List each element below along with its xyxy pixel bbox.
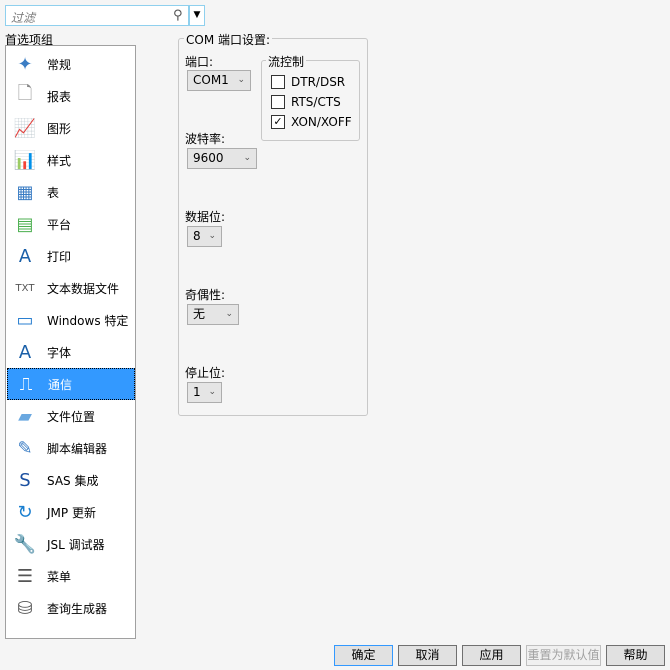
reset-defaults-button[interactable]: 重置为默认值 [526, 645, 601, 666]
list-item[interactable]: A 字体 [7, 336, 135, 368]
baud-select[interactable]: 9600 ⌄ [187, 148, 257, 169]
list-item-label: 查询生成器 [47, 601, 108, 616]
dtr-dsr-checkbox[interactable]: DTR/DSR [271, 75, 345, 89]
list-item-label: 脚本编辑器 [47, 441, 108, 456]
preference-group-list[interactable]: ✦ 常规 🗋 报表 📈 图形 📊 样式 ▦ 表 ▤ 平台 A 打印 TXT 文本数据文件 ▭ Windows 特定… [5, 45, 136, 639]
list-item-label: SAS 集成 [47, 473, 99, 488]
stop-bits-select[interactable]: 1 ⌄ [187, 382, 222, 403]
rts-cts-checkbox[interactable]: RTS/CTS [271, 95, 341, 109]
chevron-down-icon: ⌄ [208, 231, 216, 241]
list-item[interactable]: 🗋 报表 [7, 80, 135, 112]
data-bits-label: 数据位: [185, 210, 226, 224]
checkbox-box [271, 95, 285, 109]
checkbox-box [271, 75, 285, 89]
list-item-label: 常规 [47, 57, 72, 72]
list-item[interactable]: TXT 文本数据文件 [7, 272, 135, 304]
filter-placeholder: 过滤 [11, 11, 36, 25]
checkbox-label: RTS/CTS [291, 95, 341, 109]
list-item[interactable]: ☰ 菜单 [7, 560, 135, 592]
list-item-label: 打印 [47, 249, 72, 264]
group-icon: 📊 [13, 149, 37, 171]
search-icon[interactable]: ⚲ [173, 8, 183, 23]
list-item-label: JMP 更新 [47, 505, 96, 520]
list-item-label: 图形 [47, 121, 72, 136]
list-item[interactable]: ▰ 文件位置 [7, 400, 135, 432]
list-item-label: 通信 [48, 377, 73, 392]
port-value: COM1 [193, 73, 229, 87]
list-item-label: 报表 [47, 89, 72, 104]
chevron-down-icon: ⌄ [208, 387, 216, 397]
parity-select[interactable]: 无 ⌄ [187, 304, 239, 325]
list-item[interactable]: ▦ 表 [7, 176, 135, 208]
group-icon: TXT [15, 282, 35, 294]
list-item-label: JSL 调试器 [47, 537, 105, 552]
com-group-title: COM 端口设置: [184, 31, 273, 48]
baud-value: 9600 [193, 151, 224, 165]
data-bits-select[interactable]: 8 ⌄ [187, 226, 222, 247]
group-icon: ▦ [16, 181, 34, 203]
checkbox-label: DTR/DSR [291, 75, 346, 89]
list-item[interactable]: 📈 图形 [7, 112, 135, 144]
port-label: 端口: [185, 55, 214, 69]
xon-xoff-checkbox[interactable]: ✓ XON/XOFF [271, 115, 352, 129]
filter-input[interactable]: 过滤 ⚲ [5, 5, 189, 26]
group-icon: ⎍ [19, 373, 33, 395]
chevron-down-icon: ⌄ [225, 309, 233, 319]
group-icon: ⛁ [17, 597, 33, 619]
list-item[interactable]: ▤ 平台 [7, 208, 135, 240]
list-item[interactable]: ✦ 常规 [7, 48, 135, 80]
list-item-label: 文本数据文件 [47, 281, 120, 296]
list-item[interactable]: ↻ JMP 更新 [7, 496, 135, 528]
list-item[interactable]: ⎍ 通信 [7, 368, 135, 400]
group-icon: ☰ [16, 565, 34, 587]
data-bits-value: 8 [193, 229, 201, 243]
flow-control-group: 流控制 DTR/DSR RTS/CTS ✓ XON/XOFF [261, 53, 360, 141]
baud-label: 波特率: [185, 132, 226, 146]
apply-button[interactable]: 应用 [462, 645, 521, 666]
list-item[interactable]: A 打印 [7, 240, 135, 272]
list-item-label: Windows 特定 [47, 313, 129, 328]
list-item[interactable]: 📊 样式 [7, 144, 135, 176]
list-item[interactable]: ✎ 脚本编辑器 [7, 432, 135, 464]
chevron-down-icon: ⌄ [237, 75, 245, 85]
group-icon: ✎ [17, 437, 33, 459]
list-item-label: 文件位置 [47, 409, 96, 424]
group-icon: ▰ [18, 405, 32, 427]
checkmark-icon: ✓ [271, 115, 285, 129]
chevron-down-icon: ⌄ [243, 153, 251, 163]
cancel-button[interactable]: 取消 [398, 645, 457, 666]
stop-bits-label: 停止位: [185, 366, 226, 380]
help-button[interactable]: 帮助 [606, 645, 665, 666]
group-icon: S [19, 469, 31, 491]
group-icon: ▤ [16, 213, 34, 235]
parity-label: 奇偶性: [185, 288, 226, 302]
group-icon: ↻ [17, 501, 33, 523]
group-icon: ✦ [17, 53, 33, 75]
parity-value: 无 [193, 307, 206, 321]
ok-button[interactable]: 确定 [334, 645, 393, 666]
flow-control-title: 流控制 [266, 53, 307, 70]
list-item-label: 平台 [47, 217, 72, 232]
port-select[interactable]: COM1 ⌄ [187, 70, 251, 91]
list-item[interactable]: 🔧 JSL 调试器 [7, 528, 135, 560]
list-item[interactable]: ▭ Windows 特定 [7, 304, 135, 336]
list-item-label: 表 [47, 185, 60, 200]
list-item[interactable]: S SAS 集成 [7, 464, 135, 496]
group-icon: 📈 [13, 117, 37, 139]
group-icon: A [18, 245, 32, 267]
caret-down-icon: ▼ [193, 10, 201, 20]
list-item-label: 字体 [47, 345, 72, 360]
checkbox-label: XON/XOFF [291, 115, 352, 129]
list-item-label: 菜单 [47, 569, 72, 584]
stop-bits-value: 1 [193, 385, 201, 399]
list-item[interactable]: ⛁ 查询生成器 [7, 592, 135, 624]
group-icon: A [18, 341, 32, 363]
list-item-label: 样式 [47, 153, 72, 168]
group-icon: ▭ [16, 309, 34, 331]
group-icon: 🗋 [17, 83, 33, 104]
group-icon: 🔧 [13, 533, 37, 555]
filter-dropdown-button[interactable]: ▼ [189, 5, 205, 26]
